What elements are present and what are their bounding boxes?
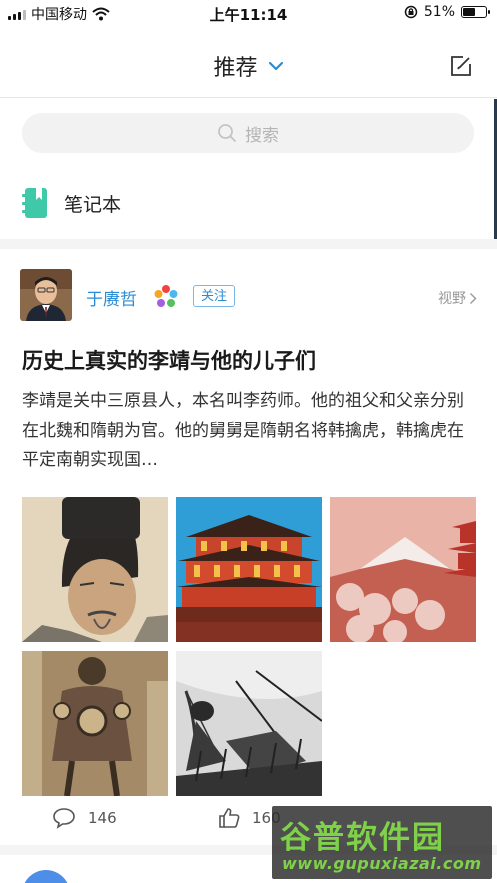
portrait-painting-image (22, 497, 168, 642)
next-card-avatar[interactable] (22, 870, 70, 883)
thumbs-up-icon (219, 808, 240, 828)
notebook-icon (22, 188, 47, 218)
watermark-url: www.gupuxiazai.com (282, 854, 482, 873)
section-divider (0, 239, 497, 249)
mount-fuji-pagoda-image (330, 497, 476, 642)
status-bar: 中国移动 上午11:14 51% (0, 0, 497, 26)
search-section: 搜索 笔记本 (0, 99, 497, 239)
status-right: 51% (404, 4, 490, 20)
battery-fill (463, 8, 476, 16)
compose-icon[interactable] (449, 54, 473, 78)
mural-fresco-image (22, 651, 168, 796)
feed-card[interactable]: 于赓哲 关注 视野 历史上真实的李靖与他的儿子们 李靖是关中三原县人，本名叫李药… (0, 249, 497, 845)
category-link[interactable]: 视野 (438, 288, 477, 308)
thumbnail-palace[interactable] (176, 497, 322, 642)
battery-percent: 51% (423, 4, 455, 20)
notebook-label: 笔记本 (64, 193, 122, 216)
watermark-title: 谷普软件园 (280, 820, 445, 856)
chevron-right-icon (470, 292, 477, 304)
nav-title-container: 推荐 (0, 50, 497, 82)
chevron-down-icon (268, 61, 283, 71)
verified-badge-icon (154, 285, 178, 307)
author-name[interactable]: 于赓哲 (86, 285, 137, 310)
thumbnail-fuji[interactable] (330, 497, 476, 642)
category-label: 视野 (438, 291, 466, 307)
watermark: 谷普软件园 www.gupuxiazai.com (272, 806, 492, 879)
avatar[interactable] (20, 269, 72, 321)
battery-icon (461, 6, 490, 18)
search-placeholder: 搜索 (245, 125, 279, 146)
search-icon (218, 124, 236, 142)
follow-button[interactable]: 关注 (193, 285, 236, 307)
thumbnail-portrait[interactable] (22, 497, 168, 642)
orientation-lock-icon (404, 5, 418, 19)
comment-icon (53, 808, 75, 829)
thumbnail-mural[interactable] (22, 651, 168, 796)
comment-button[interactable]: 146 (52, 807, 117, 829)
palace-building-image (176, 497, 322, 642)
author-photo (20, 269, 72, 321)
thumbnail-battle[interactable] (176, 651, 322, 796)
search-input[interactable]: 搜索 (22, 113, 474, 153)
battle-sketch-image (176, 651, 322, 796)
article-title[interactable]: 历史上真实的李靖与他的儿子们 (22, 345, 477, 375)
nav-title: 推荐 (213, 56, 258, 81)
notebook-entry[interactable]: 笔记本 (22, 187, 121, 219)
article-summary[interactable]: 李靖是关中三原县人，本名叫李药师。他的祖父和父亲分别在北魏和隋朝为官。他的舅舅是… (22, 387, 477, 477)
feed-selector[interactable]: 推荐 (213, 50, 283, 82)
nav-bar: 推荐 (0, 26, 497, 98)
comment-count: 146 (88, 809, 117, 827)
